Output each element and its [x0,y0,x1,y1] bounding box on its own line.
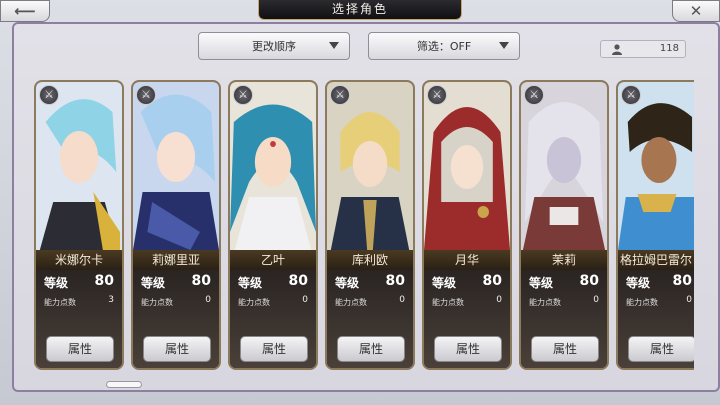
chevron-down-icon [499,42,509,49]
screen-title: 选择角色 [258,0,462,20]
character-name: 莉娜里亚 [133,250,219,270]
character-card[interactable]: ⚔ 月华 等级 80 能力点数 0 属性 [422,80,512,370]
close-icon: ✕ [689,2,703,20]
ability-points-value: 0 [205,295,211,305]
weapon-type-icon: ⚔ [427,85,447,105]
character-count-value: 118 [659,43,679,54]
ability-points-label: 能力点数 [141,298,173,307]
character-card[interactable]: ⚔ 格拉姆巴雷尔 等级 80 能力点数 0 属性 [616,80,694,370]
ability-points-value: 0 [593,295,599,305]
character-portrait [133,82,219,250]
sort-dropdown[interactable]: 更改顺序 [198,32,350,60]
person-icon [612,44,622,55]
character-portrait [424,82,510,250]
attribute-button[interactable]: 属性 [531,336,599,362]
character-portrait [36,82,122,250]
level-label: 等级 [141,276,166,290]
character-card[interactable]: ⚔ 米娜尔卡 等级 80 能力点数 3 属性 [34,80,124,370]
character-card[interactable]: ⚔ 乙叶 等级 80 能力点数 0 属性 [228,80,318,370]
character-portrait [521,82,607,250]
character-name: 格拉姆巴雷尔 [618,250,694,270]
level-label: 等级 [626,276,651,290]
ability-points-value: 0 [686,295,692,305]
character-card[interactable]: ⚔ 库利欧 等级 80 能力点数 0 属性 [325,80,415,370]
character-name: 库利欧 [327,250,413,270]
ability-points-label: 能力点数 [335,298,367,307]
character-card[interactable]: ⚔ 茉莉 等级 80 能力点数 0 属性 [519,80,609,370]
filter-label: 筛选：OFF [416,40,472,53]
ability-points-label: 能力点数 [626,298,658,307]
attribute-button[interactable]: 属性 [337,336,405,362]
level-value: 80 [579,273,599,289]
level-value: 80 [672,273,692,289]
character-portrait [230,82,316,250]
back-arrow-icon: ⟵ [14,2,36,20]
character-name: 乙叶 [230,250,316,270]
attribute-button[interactable]: 属性 [628,336,694,362]
character-count: 118 [600,40,686,58]
level-value: 80 [288,273,308,289]
weapon-type-icon: ⚔ [233,85,253,105]
character-portrait [618,82,694,250]
level-label: 等级 [238,276,263,290]
ability-points-label: 能力点数 [529,298,561,307]
level-label: 等级 [529,276,554,290]
ability-points-value: 3 [108,295,114,305]
level-value: 80 [482,273,502,289]
weapon-type-icon: ⚔ [39,85,59,105]
attribute-button[interactable]: 属性 [240,336,308,362]
character-card[interactable]: ⚔ 莉娜里亚 等级 80 能力点数 0 属性 [131,80,221,370]
ability-points-label: 能力点数 [238,298,270,307]
ability-points-label: 能力点数 [432,298,464,307]
weapon-type-icon: ⚔ [524,85,544,105]
attribute-button[interactable]: 属性 [46,336,114,362]
level-value: 80 [94,273,114,289]
ability-points-label: 能力点数 [44,298,76,307]
level-label: 等级 [335,276,360,290]
sort-label: 更改顺序 [252,40,296,53]
weapon-type-icon: ⚔ [330,85,350,105]
level-value: 80 [385,273,405,289]
ability-points-value: 0 [399,295,405,305]
back-button[interactable]: ⟵ [0,0,50,22]
level-label: 等级 [432,276,457,290]
close-button[interactable]: ✕ [672,0,720,22]
horizontal-scrollbar[interactable] [106,381,142,388]
attribute-button[interactable]: 属性 [143,336,211,362]
chevron-down-icon [329,42,339,49]
level-label: 等级 [44,276,69,290]
ability-points-value: 0 [302,295,308,305]
filter-dropdown[interactable]: 筛选：OFF [368,32,520,60]
level-value: 80 [191,273,211,289]
character-name: 月华 [424,250,510,270]
weapon-type-icon: ⚔ [621,85,641,105]
attribute-button[interactable]: 属性 [434,336,502,362]
weapon-type-icon: ⚔ [136,85,156,105]
character-name: 米娜尔卡 [36,250,122,270]
ability-points-value: 0 [496,295,502,305]
character-portrait [327,82,413,250]
character-name: 茉莉 [521,250,607,270]
